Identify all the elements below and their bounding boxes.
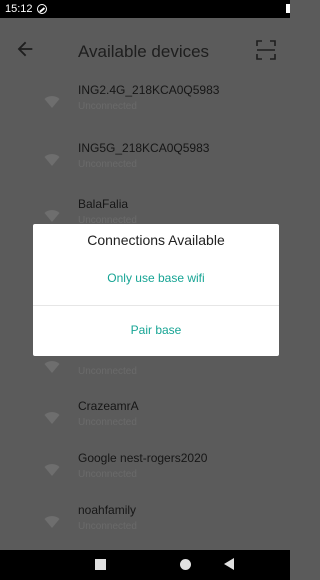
only-use-base-wifi-button[interactable]: Only use base wifi xyxy=(33,259,279,297)
recent-apps-icon[interactable] xyxy=(95,559,106,570)
status-time: 15:12 xyxy=(5,3,33,15)
device-name: noahfamily xyxy=(78,503,137,517)
navigation-bar xyxy=(0,550,290,580)
device-status: Unconnected xyxy=(78,101,137,112)
wifi-icon xyxy=(44,96,60,108)
battery-icon xyxy=(286,4,290,13)
nav-back-icon[interactable] xyxy=(224,558,234,570)
device-status: Unconnected xyxy=(78,469,137,480)
pair-base-button[interactable]: Pair base xyxy=(33,311,279,349)
wifi-icon xyxy=(44,464,60,476)
wifi-icon xyxy=(44,154,60,166)
device-name: Google nest-rogers2020 xyxy=(78,451,208,465)
back-arrow-icon[interactable] xyxy=(14,38,36,60)
wifi-icon xyxy=(44,412,60,424)
device-status: Unconnected xyxy=(78,521,137,532)
device-status: Unconnected xyxy=(78,417,137,428)
wifi-icon xyxy=(44,210,60,222)
page-title: Available devices xyxy=(78,42,210,61)
scan-icon[interactable] xyxy=(256,40,276,60)
device-row[interactable]: Google nest-rogers2020 Unconnected xyxy=(0,448,290,502)
device-name: BalaFalia xyxy=(78,197,129,211)
app-bar: Available devices xyxy=(0,18,290,80)
device-name: ING2.4G_218KCA0Q5983 xyxy=(78,83,220,97)
do-not-disturb-icon xyxy=(37,4,47,14)
connections-dialog: Connections Available Only use base wifi… xyxy=(33,224,279,356)
device-name: ING5G_218KCA0Q5983 xyxy=(78,141,210,155)
status-bar: 15:12 xyxy=(0,0,290,18)
dialog-title: Connections Available xyxy=(87,232,225,248)
device-row[interactable]: noahfamily Unconnected xyxy=(0,500,290,554)
device-status: Unconnected xyxy=(78,366,137,377)
dialog-divider xyxy=(33,305,279,306)
wifi-icon xyxy=(44,361,60,373)
device-status: Unconnected xyxy=(78,159,137,170)
device-row[interactable]: CrazeamrA Unconnected xyxy=(0,396,290,450)
wifi-icon xyxy=(44,516,60,528)
home-icon[interactable] xyxy=(180,559,191,570)
device-row[interactable]: ING5G_218KCA0Q5983 Unconnected xyxy=(0,138,290,192)
device-row[interactable]: ING2.4G_218KCA0Q5983 Unconnected xyxy=(0,80,290,134)
device-name: CrazeamrA xyxy=(78,399,139,413)
